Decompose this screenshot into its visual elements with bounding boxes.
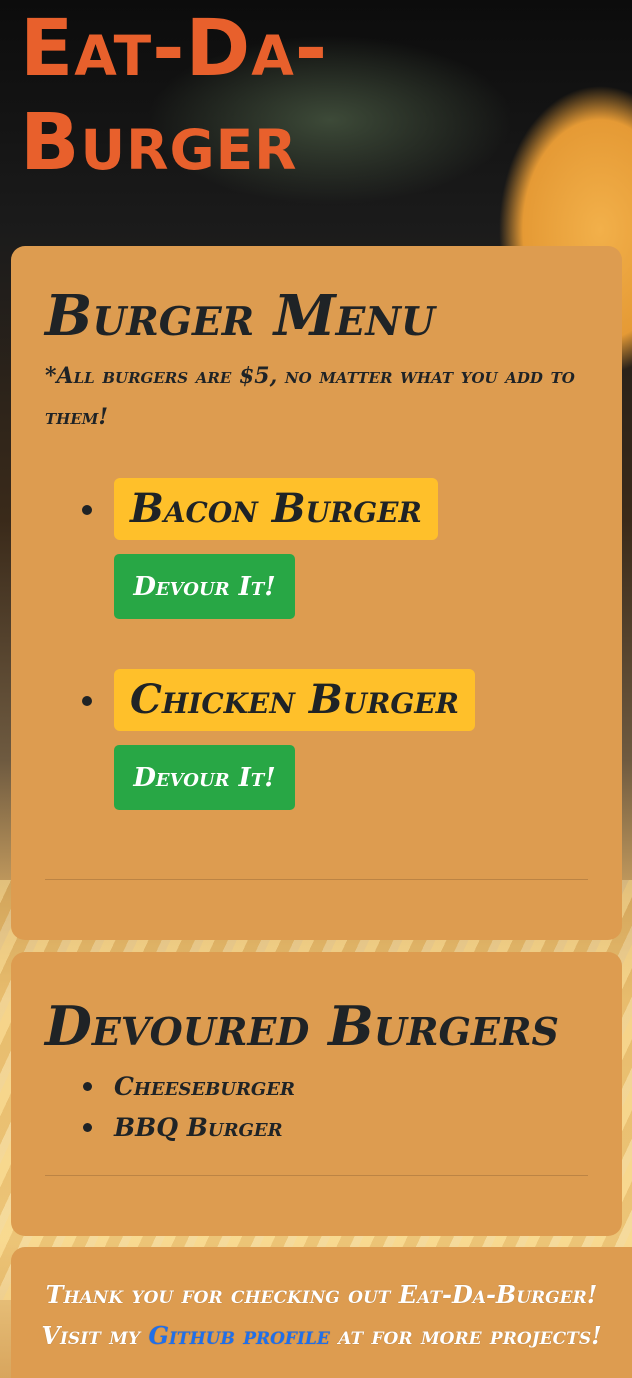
burger-name-badge: Chicken Burger xyxy=(114,669,475,731)
burger-menu-card: Burger Menu *All burgers are $5, no matt… xyxy=(11,246,622,940)
devoured-burgers-heading: Devoured Burgers xyxy=(45,994,559,1058)
github-profile-link[interactable]: Github profile xyxy=(148,1321,329,1350)
list-item: BBQ Burger xyxy=(83,1107,295,1148)
devour-it-button[interactable]: Devour It! xyxy=(114,554,295,619)
footer-visit-prefix: Visit my xyxy=(41,1321,141,1350)
bullet-icon xyxy=(82,696,92,706)
list-item: Chicken Burger Devour It! xyxy=(82,669,475,810)
burger-name-badge: Bacon Burger xyxy=(114,478,438,540)
devoured-burgers-list: Cheeseburger BBQ Burger xyxy=(83,1066,295,1148)
list-item: Bacon Burger Devour It! xyxy=(82,478,438,619)
divider xyxy=(45,1175,588,1176)
bullet-icon xyxy=(83,1123,92,1132)
price-note: *All burgers are $5, no matter what you … xyxy=(45,363,575,430)
devoured-burger-name: BBQ Burger xyxy=(114,1113,283,1142)
bullet-icon xyxy=(82,505,92,515)
burger-menu-heading: Burger Menu xyxy=(45,283,436,349)
bullet-icon xyxy=(83,1082,92,1091)
devoured-burger-name: Cheeseburger xyxy=(114,1072,295,1101)
devour-it-button[interactable]: Devour It! xyxy=(114,745,295,810)
page-title: Eat-Da-Burger xyxy=(20,4,329,188)
devoured-burgers-card: Devoured Burgers Cheeseburger BBQ Burger xyxy=(11,952,622,1236)
footer-visit-line: Visit my Github profile at for more proj… xyxy=(11,1315,632,1356)
footer: Thank you for checking out Eat-Da-Burger… xyxy=(11,1247,632,1378)
divider xyxy=(45,879,588,880)
list-item: Cheeseburger xyxy=(83,1066,295,1107)
footer-visit-suffix: at for more projects! xyxy=(338,1321,602,1350)
footer-thanks-text: Thank you for checking out Eat-Da-Burger… xyxy=(45,1280,598,1309)
